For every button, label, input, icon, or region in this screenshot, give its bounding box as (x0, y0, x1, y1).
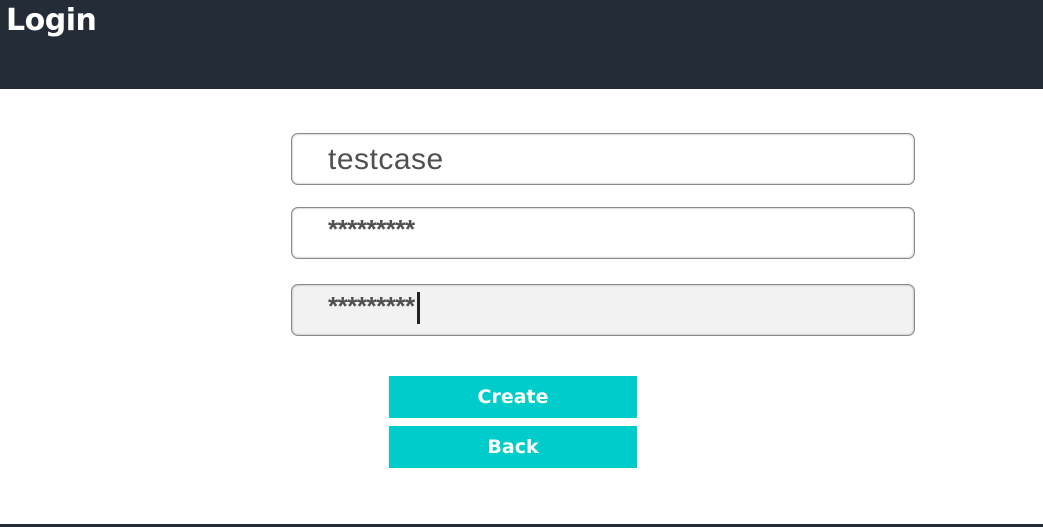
page-title: Login (6, 3, 97, 38)
username-field[interactable]: testcase (291, 133, 915, 185)
app-header: Login (0, 0, 1043, 89)
create-button[interactable]: Create (389, 376, 637, 418)
confirm-password-value: ********* (328, 291, 415, 321)
confirm-password-field[interactable]: ********* (291, 284, 915, 336)
login-page: Login testcase ********* ********* Creat… (0, 0, 1043, 527)
back-button[interactable]: Back (389, 426, 637, 468)
username-value: testcase (328, 143, 444, 176)
text-cursor (416, 292, 420, 324)
password-field[interactable]: ********* (291, 207, 915, 259)
confirm-password-value-wrap: ********* (328, 291, 420, 324)
password-value: ********* (328, 214, 415, 244)
